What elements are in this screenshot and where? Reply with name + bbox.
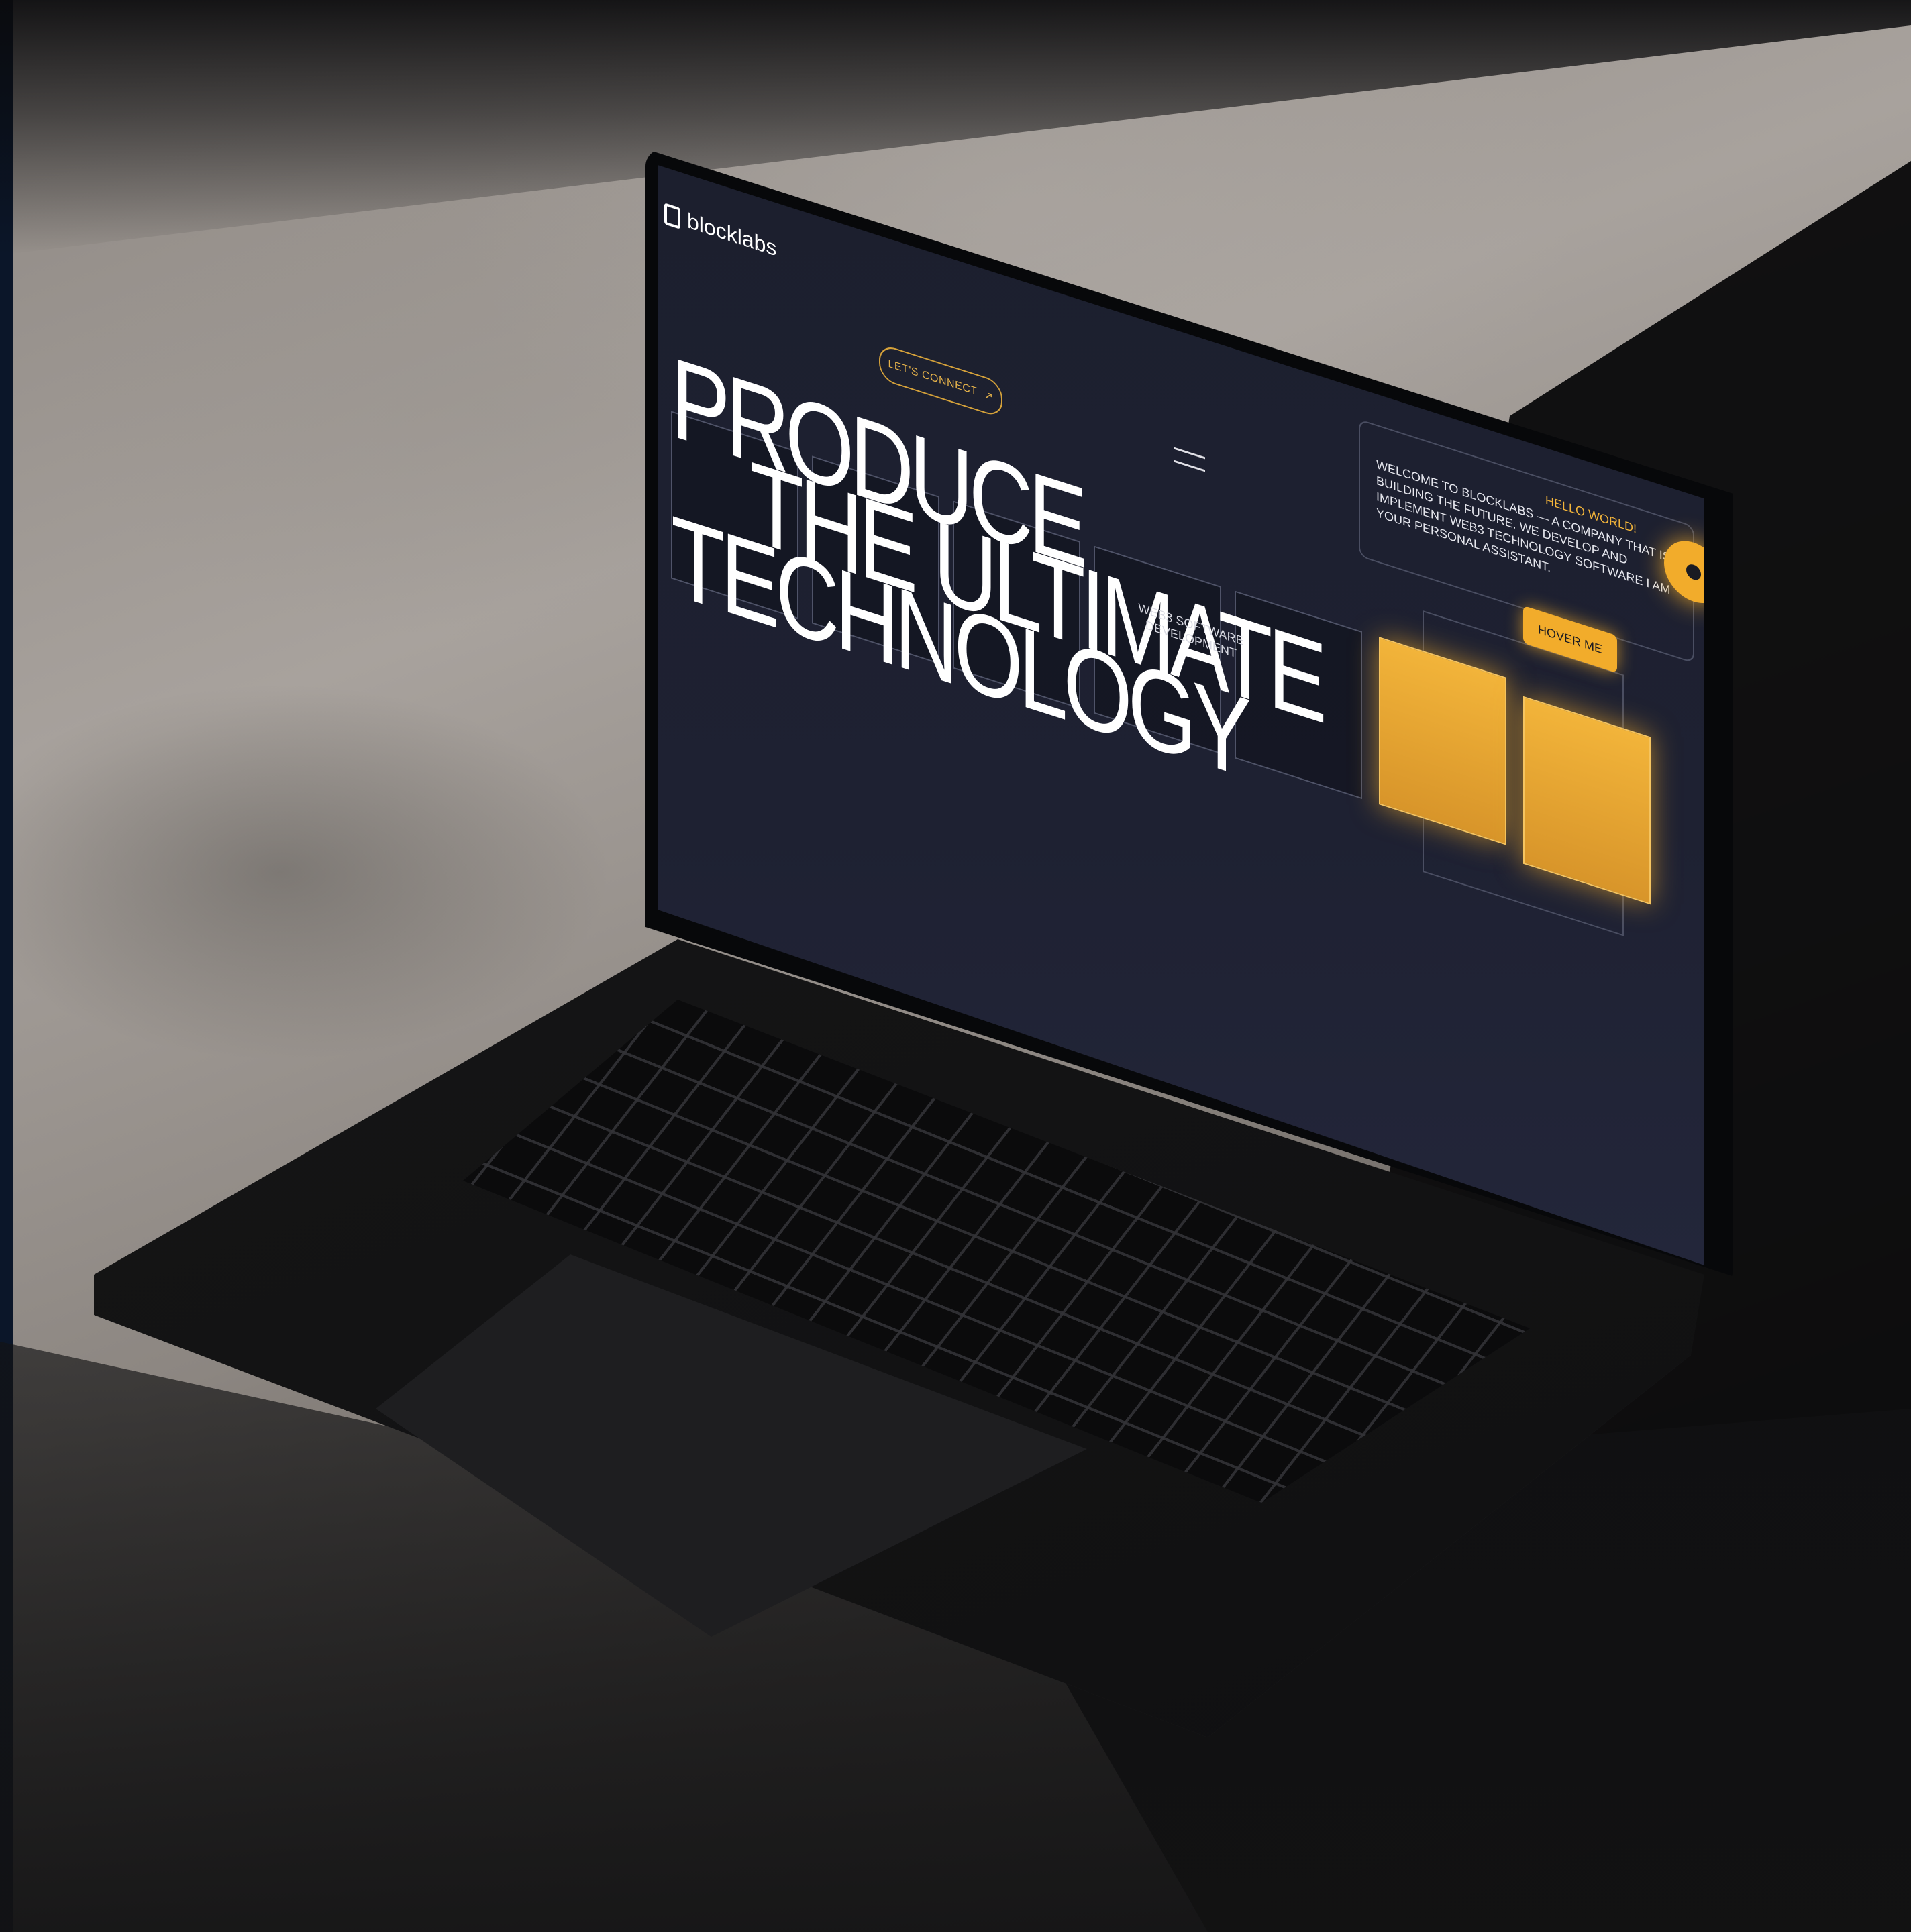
connect-label: LET'S CONNECT [888,358,978,398]
blocklabs-logo-icon [664,202,680,229]
arrow-up-right-icon: ↗ [984,389,994,404]
brand-name: blocklabs [687,208,777,261]
photo-scene: blocklabs LET'S CONNECT ↗ PRODUCE THE UL… [0,0,1911,1932]
card-body: WELCOME TO BLOCKLABS — A COMPANY THAT IS… [1376,457,1671,597]
hero-headline: PRODUCE THE ULTIMATE TECHNOLOGY [671,333,1323,802]
avatar-dot [1686,562,1701,582]
hamburger-icon[interactable] [1174,447,1205,472]
site-logo[interactable]: blocklabs [664,201,776,261]
